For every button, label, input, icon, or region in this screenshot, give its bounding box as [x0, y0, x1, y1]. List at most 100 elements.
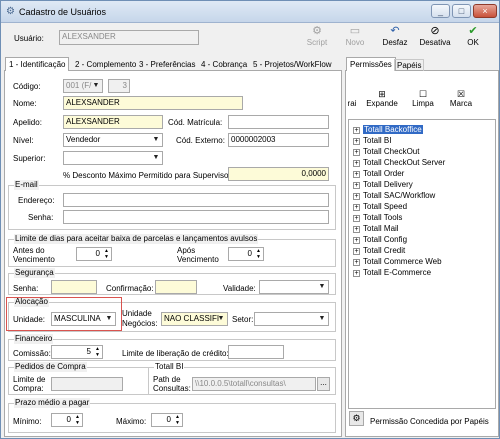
tab-complemento[interactable]: 2 - Complemento [74, 59, 137, 71]
nivel-select[interactable]: Vendedor ▼ [63, 133, 163, 147]
endereco-field[interactable] [63, 193, 329, 207]
maximo-stepper[interactable]: 0 ▲ ▼ [151, 413, 183, 427]
tree-node-label: Totall E-Commerce [363, 268, 432, 277]
deactivate-button[interactable]: ⊘ Desativa [415, 23, 455, 53]
negocios-select[interactable]: NAO CLASSIFI ▼ [161, 312, 228, 326]
tree-node[interactable]: + Totall E-Commerce [353, 268, 431, 278]
superior-select[interactable]: ▼ [63, 151, 163, 165]
close-button[interactable]: × [473, 4, 497, 18]
apelido-field[interactable]: ALEXSANDER [63, 115, 163, 129]
checkbox-checked-icon: ☒ [456, 89, 466, 99]
tree-node[interactable]: + Totall CheckOut [353, 147, 419, 157]
expand-plus-icon[interactable]: + [353, 214, 360, 222]
expande-label: Expande [366, 99, 398, 108]
seguranca-senha-field[interactable] [51, 280, 97, 294]
externo-field[interactable]: 0000002003 [228, 133, 329, 147]
permissions-tree[interactable]: + Totall Backoffice + Totall BI + Totall Ch… [348, 119, 496, 409]
tree-node[interactable]: + Totall Backoffice [353, 125, 423, 135]
setor-select[interactable]: ▼ [254, 312, 329, 326]
expand-plus-icon[interactable]: + [353, 258, 360, 266]
tree-node[interactable]: + Totall Config [353, 235, 407, 245]
tree-node-label: Totall Backoffice [363, 125, 423, 134]
chevron-down-icon: ▼ [318, 315, 326, 322]
partial-button[interactable]: rai [346, 89, 358, 108]
expand-plus-icon[interactable]: + [353, 137, 360, 145]
tree-node-label: Totall CheckOut Server [363, 158, 446, 167]
script-button[interactable]: ⚙ Script [297, 23, 337, 53]
tree-node-label: Totall Delivery [363, 180, 413, 189]
path-label-1: Path de [153, 375, 181, 384]
codigo-number[interactable]: 3 [108, 79, 130, 93]
browse-button[interactable]: ... [317, 377, 330, 391]
minimo-stepper[interactable]: 0 ▲ ▼ [51, 413, 83, 427]
tab-identificacao[interactable]: 1 - Identificação [5, 57, 70, 72]
tab-papeis[interactable]: Papéis [394, 59, 425, 71]
validade-date[interactable]: ▼ [259, 280, 329, 294]
tree-node[interactable]: + Totall Speed [353, 202, 407, 212]
limpa-label: Limpa [412, 99, 434, 108]
undo-label: Desfaz [382, 38, 408, 47]
expande-button[interactable]: ⊞ Expande [365, 89, 399, 108]
path-field[interactable]: \\10.0.0.5\totall\consultas\ [192, 377, 316, 391]
unidade-select[interactable]: MASCULINA ▼ [51, 312, 116, 326]
nome-field[interactable]: ALEXSANDER [63, 96, 243, 110]
expand-plus-icon[interactable]: + [353, 192, 360, 200]
antes-label-1: Antes do [13, 246, 45, 255]
nivel-value: Vendedor [66, 135, 101, 144]
tab-projetos[interactable]: 5 - Projetos/WorkFlow [252, 59, 333, 71]
tree-node[interactable]: + Totall Delivery [353, 180, 413, 190]
expand-plus-icon[interactable]: + [353, 247, 360, 255]
expand-plus-icon[interactable]: + [353, 148, 360, 156]
spin-icon: ▲ ▼ [95, 346, 100, 358]
undo-button[interactable]: ↶ Desfaz [375, 23, 415, 53]
partial-icon [346, 89, 358, 99]
expand-plus-icon[interactable]: + [353, 159, 360, 167]
tree-node-label: Totall SAC/Workflow [363, 191, 436, 200]
tree-node[interactable]: + Totall BI [353, 136, 391, 146]
tree-node-label: Totall CheckOut [363, 147, 420, 156]
tree-node[interactable]: + Totall Commerce Web [353, 257, 442, 267]
tab-preferencias[interactable]: 3 - Preferências [138, 59, 196, 71]
spin-icon: ▲ ▼ [256, 248, 261, 260]
ok-button[interactable]: ✔ OK [453, 23, 493, 53]
expand-plus-icon[interactable]: + [353, 203, 360, 211]
confirmacao-field[interactable] [155, 280, 197, 294]
expand-plus-icon[interactable]: + [353, 170, 360, 178]
apos-label-2: Vencimento [177, 255, 219, 264]
desconto-field[interactable]: 0,0000 [228, 167, 329, 181]
setor-label: Setor: [232, 315, 254, 324]
marca-button[interactable]: ☒ Marca [447, 89, 475, 108]
codigo-select[interactable]: 001 (F/▼ [63, 79, 103, 93]
expand-plus-icon[interactable]: + [353, 269, 360, 277]
codigo-value: 001 (F/ [66, 81, 92, 90]
maximize-button[interactable]: □ [452, 4, 471, 18]
user-field[interactable]: ALEXSANDER [59, 30, 199, 45]
pedidos-limite-label-1: Limite de [13, 375, 46, 384]
roles-permission-icon[interactable]: ⚙ [349, 411, 364, 426]
seguranca-senha-label: Senha: [13, 284, 39, 293]
new-button[interactable]: ▭ Novo [335, 23, 375, 53]
tree-node[interactable]: + Totall Tools [353, 213, 402, 223]
comissao-stepper[interactable]: 5 ▲ ▼ [51, 345, 103, 359]
apos-stepper[interactable]: 0 ▲ ▼ [228, 247, 264, 261]
minimize-button[interactable]: _ [431, 4, 450, 18]
email-senha-label: Senha: [28, 213, 54, 222]
expand-plus-icon[interactable]: + [353, 181, 360, 189]
expand-plus-icon[interactable]: + [353, 236, 360, 244]
tab-permissoes[interactable]: Permissões [346, 57, 396, 72]
tree-node[interactable]: + Totall Order [353, 169, 404, 179]
antes-stepper[interactable]: 0 ▲ ▼ [76, 247, 112, 261]
tree-node-label: Totall Tools [363, 213, 403, 222]
tree-node[interactable]: + Totall Credit [353, 246, 405, 256]
tree-node[interactable]: + Totall SAC/Workflow [353, 191, 435, 201]
partial-label: rai [347, 99, 357, 108]
expand-plus-icon[interactable]: + [353, 126, 360, 134]
expand-plus-icon[interactable]: + [353, 225, 360, 233]
tree-node[interactable]: + Totall CheckOut Server [353, 158, 445, 168]
limite-credito-field[interactable] [228, 345, 284, 359]
tree-node[interactable]: + Totall Mail [353, 224, 399, 234]
limpa-button[interactable]: ☐ Limpa [409, 89, 437, 108]
matricula-field[interactable] [228, 115, 329, 129]
tab-cobranca[interactable]: 4 - Cobrança [200, 59, 248, 71]
email-senha-field[interactable] [63, 210, 329, 224]
